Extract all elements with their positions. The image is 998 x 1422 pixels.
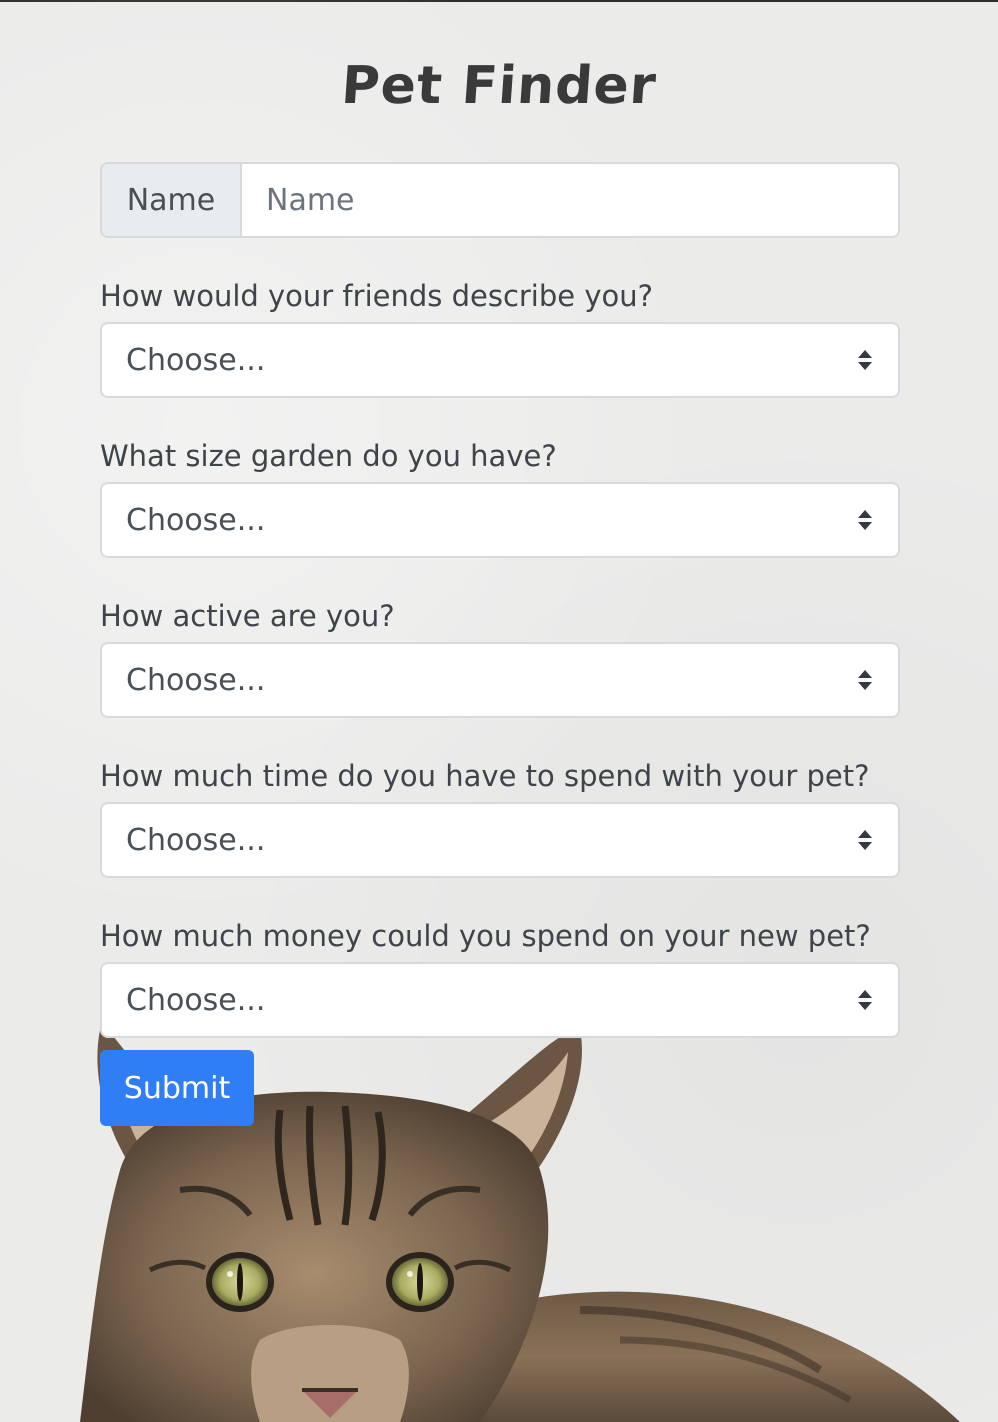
question-money-on-pet: How much money could you spend on your n…: [100, 916, 900, 1038]
question-activity-level: How active are you? Choose...: [100, 596, 900, 718]
question-time-with-pet: How much time do you have to spend with …: [100, 756, 900, 878]
question-label: How would your friends describe you?: [100, 279, 654, 313]
up-down-caret-icon: [858, 670, 872, 690]
select-value: Choose...: [126, 982, 266, 1018]
question-label: How active are you?: [100, 599, 395, 633]
submit-button[interactable]: Submit: [100, 1050, 254, 1126]
question-friends-describe: How would your friends describe you? Cho…: [100, 276, 900, 398]
question-garden-size: What size garden do you have? Choose...: [100, 436, 900, 558]
friends-describe-select[interactable]: Choose...: [100, 322, 900, 398]
question-label: What size garden do you have?: [100, 439, 557, 473]
up-down-caret-icon: [858, 830, 872, 850]
question-label: How much time do you have to spend with …: [100, 759, 870, 793]
select-value: Choose...: [126, 502, 266, 538]
select-value: Choose...: [126, 822, 266, 858]
up-down-caret-icon: [858, 990, 872, 1010]
name-input[interactable]: [242, 164, 898, 236]
select-value: Choose...: [126, 662, 266, 698]
pet-finder-form: Name How would your friends describe you…: [100, 162, 900, 1038]
question-label: How much money could you spend on your n…: [100, 919, 871, 953]
name-input-group: Name: [100, 162, 900, 238]
select-value: Choose...: [126, 342, 266, 378]
money-on-pet-select[interactable]: Choose...: [100, 962, 900, 1038]
garden-size-select[interactable]: Choose...: [100, 482, 900, 558]
up-down-caret-icon: [858, 510, 872, 530]
up-down-caret-icon: [858, 350, 872, 370]
activity-level-select[interactable]: Choose...: [100, 642, 900, 718]
window-top-border: [0, 0, 998, 2]
time-with-pet-select[interactable]: Choose...: [100, 802, 900, 878]
name-addon-label: Name: [102, 164, 242, 236]
page-title: Pet Finder: [339, 56, 659, 116]
